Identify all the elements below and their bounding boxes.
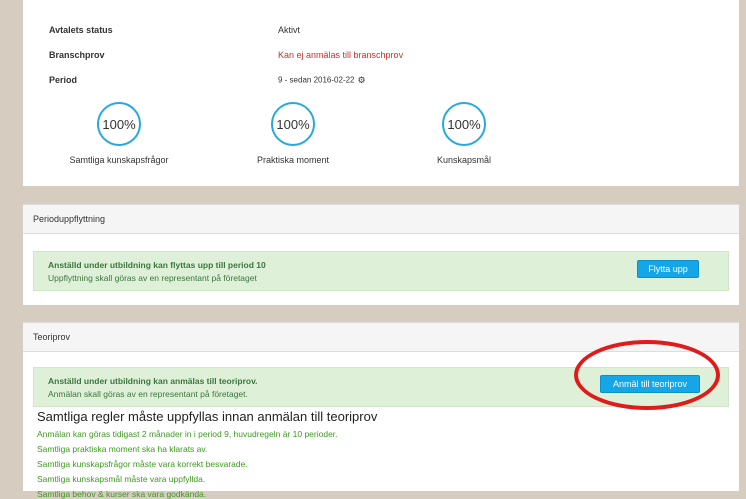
alert-text: Uppflyttning skall göras av en represent… — [48, 273, 257, 283]
progress-value: 100% — [276, 116, 310, 132]
branschprov-value: Kan ej anmälas till branschprov — [278, 50, 404, 60]
progress-value: 100% — [102, 116, 136, 132]
progress-circle-kunskapsfragor: 100% — [97, 102, 141, 146]
period-value-wrap: 9 - sedan 2016-02-22 ⚙ — [278, 75, 366, 86]
branschprov-label: Branschprov — [49, 50, 105, 60]
alert-text: Anmälan skall göras av en representant p… — [48, 389, 248, 399]
progress-label-kunskapsfragor: Samtliga kunskapsfrågor — [69, 155, 169, 165]
rule-item: Samtliga kunskapsfrågor måste vara korre… — [37, 459, 248, 469]
rules-title: Samtliga regler måste uppfyllas innan an… — [37, 409, 378, 424]
status-label: Avtalets status — [49, 25, 113, 35]
period-value: 9 - sedan 2016-02-22 — [278, 75, 355, 85]
progress-label-kunskapsmal: Kunskapsmål — [436, 155, 492, 165]
highlight-oval-annotation — [574, 340, 720, 410]
alert-title: Anställd under utbildning kan anmälas ti… — [48, 376, 258, 386]
progress-circle-praktiska: 100% — [271, 102, 315, 146]
flytta-upp-button[interactable]: Flytta upp — [637, 260, 699, 278]
rule-item: Samtliga kunskapsmål måste vara uppfylld… — [37, 474, 206, 484]
status-value: Aktivt — [278, 25, 301, 35]
progress-label-praktiska: Praktiska moment — [256, 155, 330, 165]
rule-item: Samtliga praktiska moment ska ha klarats… — [37, 444, 208, 454]
perioduppflyttning-alert: Anställd under utbildning kan flyttas up… — [33, 251, 729, 291]
rule-item: Anmälan kan göras tidigast 2 månader in … — [37, 429, 338, 439]
perioduppflyttning-heading: Perioduppflyttning — [23, 205, 739, 234]
rule-item: Samtliga behov & kurser ska vara godkänd… — [37, 489, 207, 499]
progress-circle-kunskapsmal: 100% — [442, 102, 486, 146]
agreement-summary-panel: Avtalets status Aktivt Branschprov Kan e… — [23, 0, 739, 186]
progress-value: 100% — [447, 116, 481, 132]
alert-title: Anställd under utbildning kan flyttas up… — [48, 260, 266, 270]
gear-icon[interactable]: ⚙ — [358, 75, 366, 86]
perioduppflyttning-panel: Perioduppflyttning Anställd under utbild… — [23, 204, 739, 305]
period-label: Period — [49, 75, 78, 85]
